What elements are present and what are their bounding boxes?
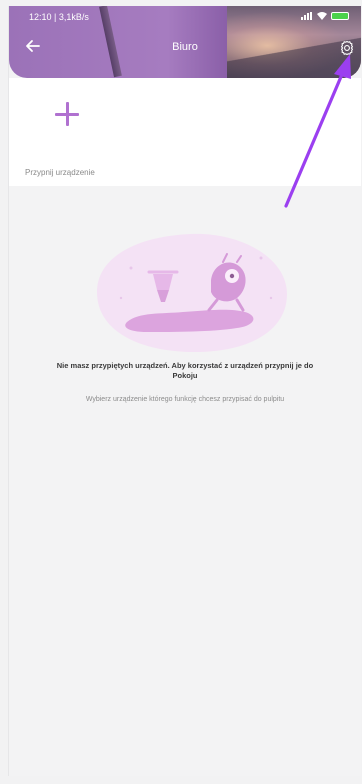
empty-state-title-line2: Pokoju — [172, 371, 198, 380]
app-screen: 12:10 | 3,1kB/s Biuro Przypnij urządzeni… — [8, 6, 361, 776]
settings-gear-icon[interactable] — [339, 40, 355, 56]
add-device-label: Przypnij urządzenie — [25, 168, 95, 177]
status-icons — [301, 12, 349, 20]
empty-state-illustration — [97, 233, 287, 352]
empty-state-title: Nie masz przypiętych urządzeń. Aby korzy… — [31, 361, 339, 381]
header: 12:10 | 3,1kB/s Biuro — [9, 6, 361, 78]
wifi-icon — [317, 12, 327, 20]
add-device-section: Przypnij urządzenie — [9, 78, 361, 186]
empty-state-title-line1: Nie masz przypiętych urządzeń. Aby korzy… — [56, 361, 314, 370]
battery-icon — [331, 12, 349, 20]
status-bar: 12:10 | 3,1kB/s — [9, 12, 361, 28]
empty-state-subtitle: Wybierz urządzenie którego funkcję chces… — [85, 396, 285, 403]
add-device-button[interactable] — [53, 100, 81, 128]
status-time: 12:10 | 3,1kB/s — [29, 12, 89, 22]
signal-icon — [301, 12, 312, 20]
page-title: Biuro — [172, 41, 198, 53]
